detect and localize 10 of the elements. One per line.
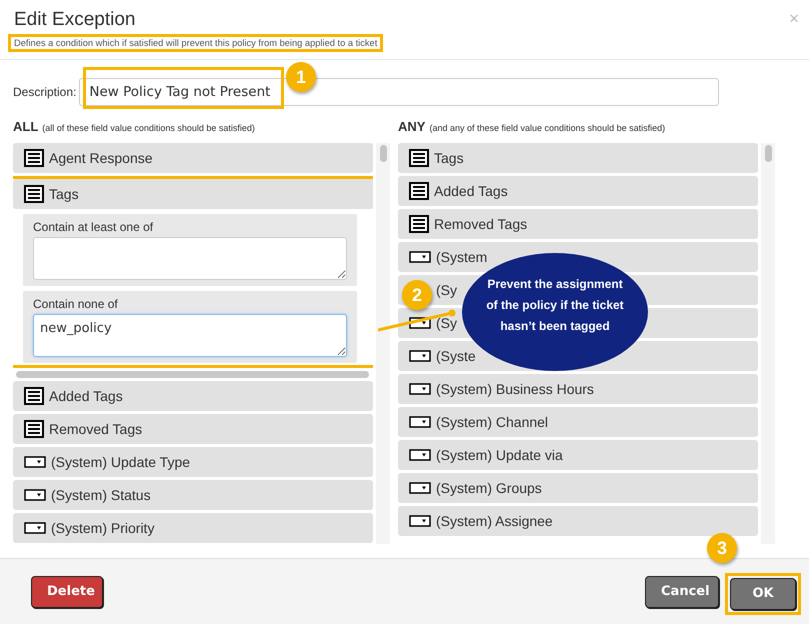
step-badge: 1	[286, 62, 316, 92]
column-heading: ALL	[13, 119, 38, 134]
dialog-subtitle: Defines a condition which if satisfied will prevent this policy from being applied to a ticket	[14, 38, 378, 48]
dialog-title: Edit Exception	[14, 9, 136, 31]
column-hint: (and any of these field value conditions should be satisfied)	[429, 123, 666, 133]
description-label: Description:	[13, 85, 76, 99]
field-label: Contain none of	[33, 297, 119, 311]
field-label: Contain at least one of	[33, 220, 154, 234]
column-heading: ANY	[398, 119, 426, 134]
column-hint: (all of these field value conditions should be satisfied)	[42, 123, 255, 133]
